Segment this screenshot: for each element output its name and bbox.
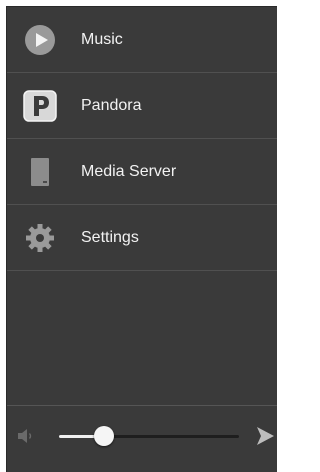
play-circle-icon [23, 23, 57, 57]
menu-item-music[interactable]: Music [7, 7, 277, 73]
volume-slider-thumb[interactable] [94, 426, 114, 446]
volume-slider[interactable] [59, 426, 239, 446]
menu-item-media-server[interactable]: Media Server [7, 139, 277, 205]
media-server-icon [23, 155, 57, 189]
pandora-logo-icon [23, 89, 57, 123]
menu-item-settings[interactable]: Settings [7, 205, 277, 271]
menu-item-label: Music [81, 30, 123, 48]
volume-bar [7, 405, 277, 472]
menu-item-label: Settings [81, 228, 139, 246]
speaker-icon[interactable] [17, 428, 35, 444]
menu-item-label: Pandora [81, 96, 142, 114]
send-arrow-icon[interactable] [255, 425, 275, 447]
menu-item-pandora[interactable]: Pandora [7, 73, 277, 139]
menu-item-label: Media Server [81, 162, 177, 180]
menu-list: Music Pandora Media Server Settings [7, 7, 277, 271]
gear-icon [23, 221, 57, 255]
side-menu-panel: Music Pandora Media Server Settings [6, 6, 277, 472]
